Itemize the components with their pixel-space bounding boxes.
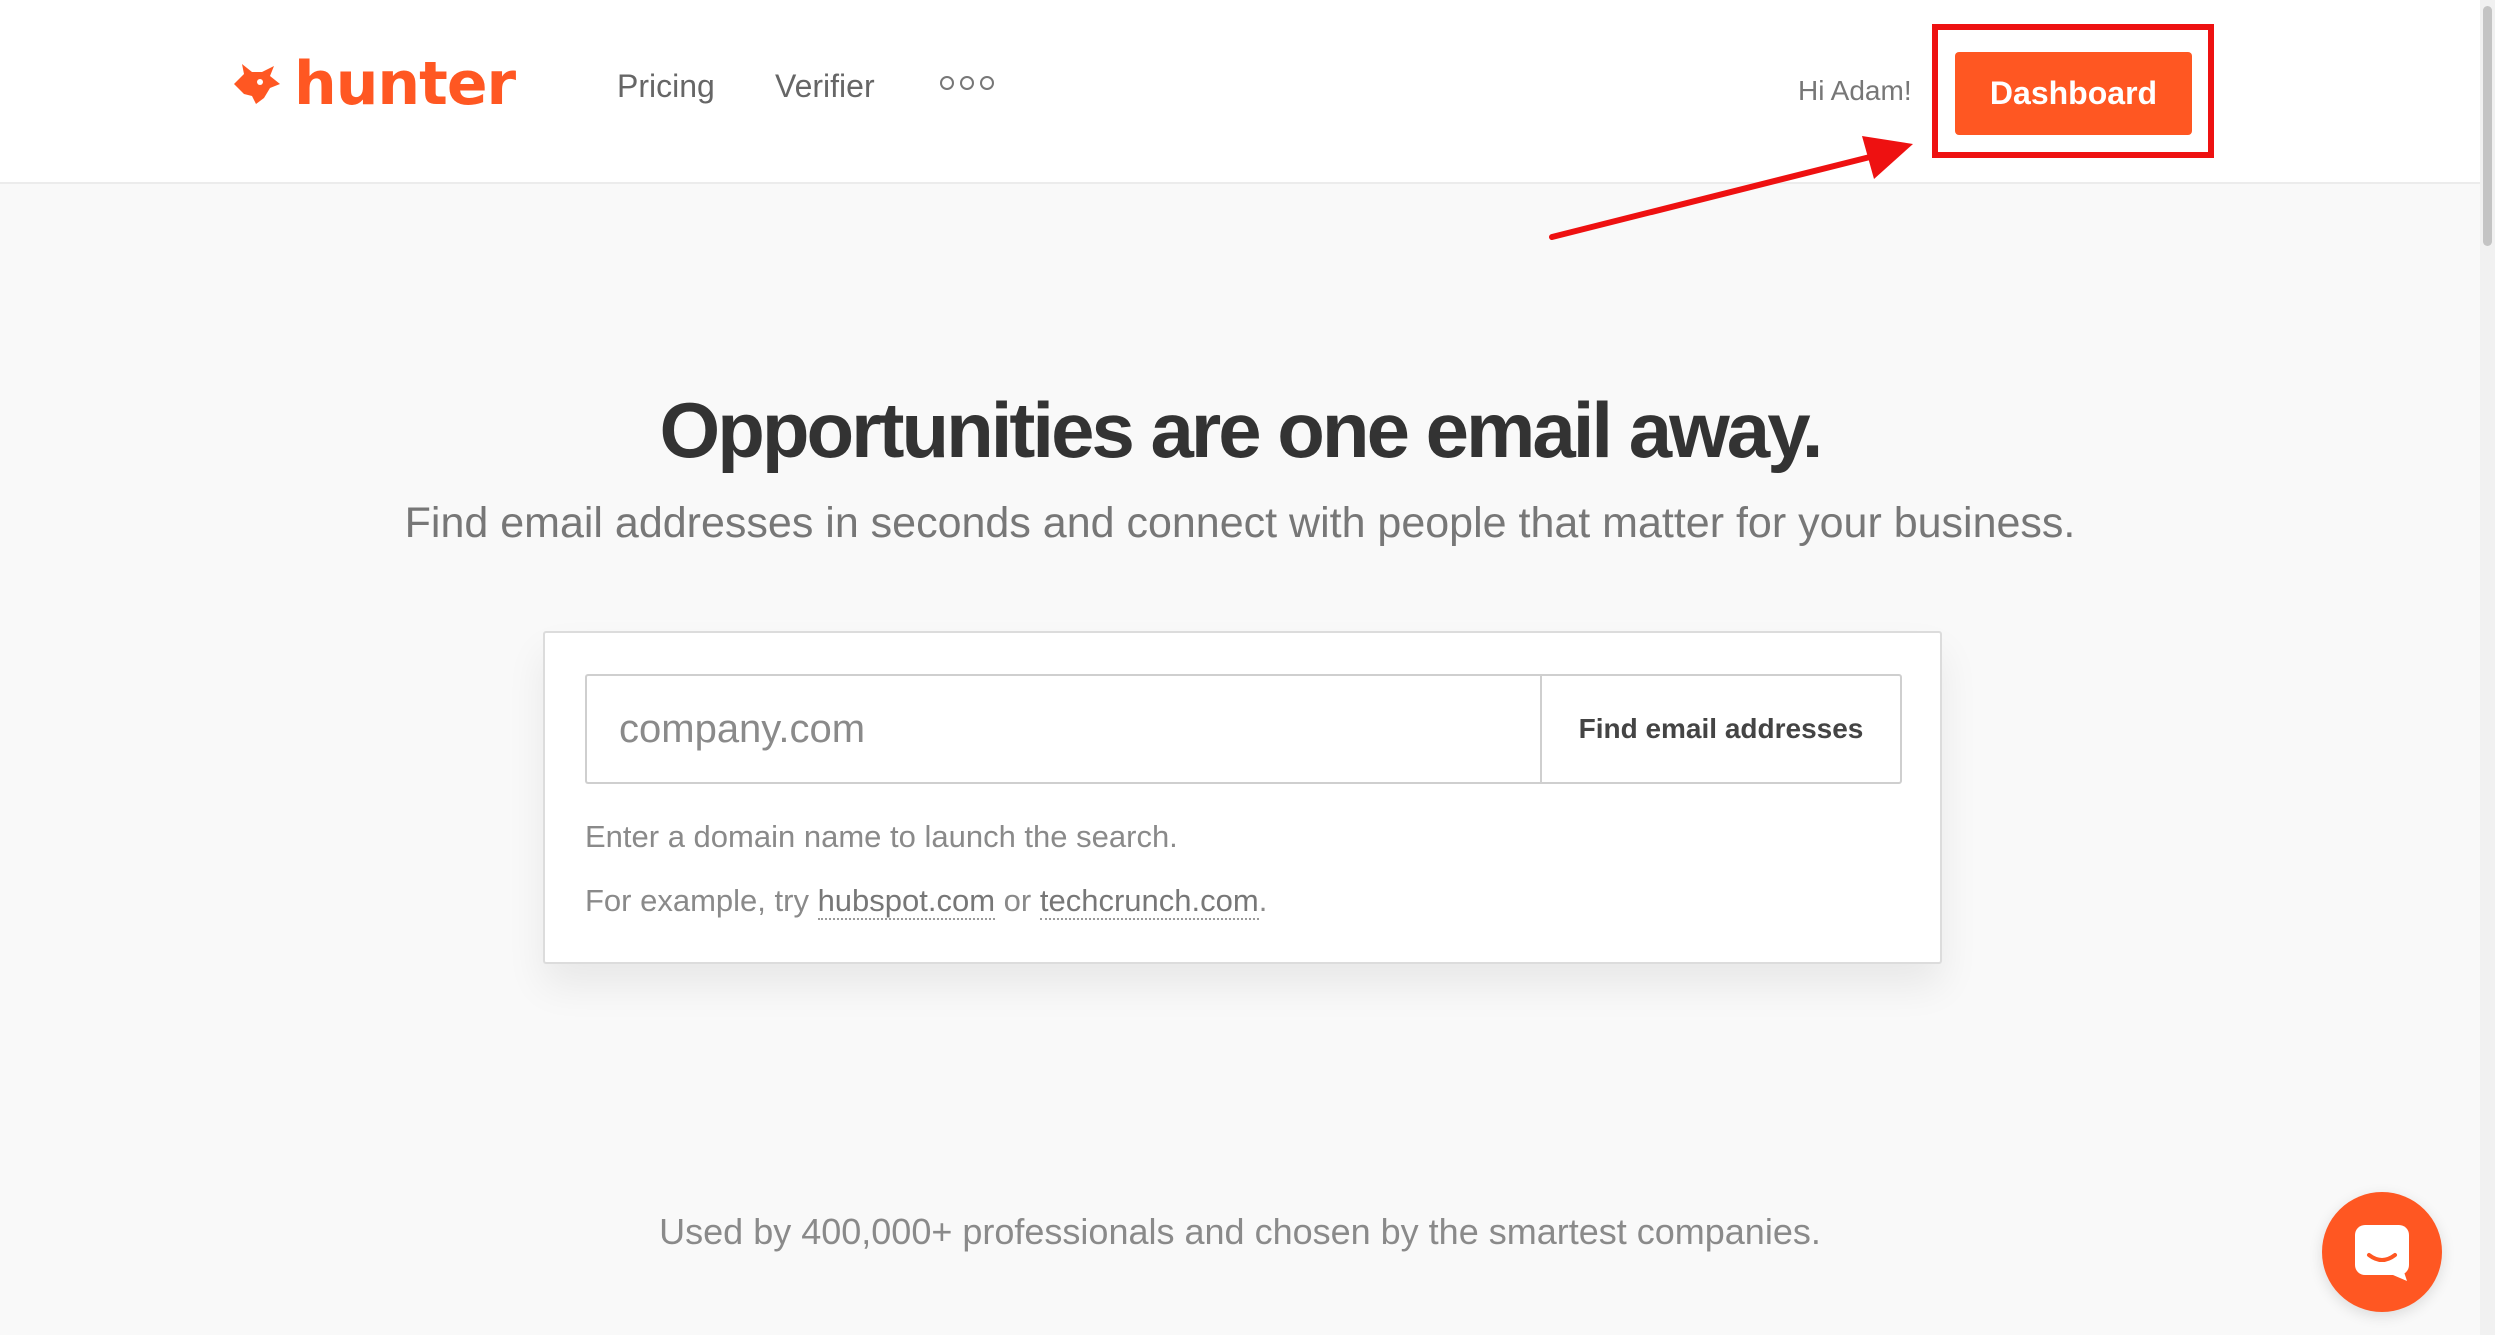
nav-pricing-link[interactable]: Pricing [617,66,715,106]
search-example: For example, try hubspot.com or techcrun… [585,881,1267,921]
brand-name: hunter [294,49,516,119]
hunter-logo[interactable]: hunter [230,48,516,120]
annotation-arrow-icon [1549,136,1913,240]
more-dots-icon[interactable] [940,76,994,90]
example-link-hubspot[interactable]: hubspot.com [817,883,996,920]
annotation-highlight-box [1932,24,2214,158]
example-link-techcrunch[interactable]: techcrunch.com [1039,883,1259,920]
hero-title: Opportunities are one email away. [659,386,1824,474]
example-prefix: For example, try [585,883,818,918]
example-separator: or [995,883,1040,918]
fox-head-icon [234,64,280,104]
hero-subtitle: Find email addresses in seconds and conn… [404,499,2076,547]
chat-bubble-icon [2355,1225,2409,1281]
scrollbar-thumb[interactable] [2483,6,2492,246]
social-proof-text: Used by 400,000+ professionals and chose… [659,1211,1821,1252]
chat-launcher-button[interactable] [2322,1192,2442,1312]
dot [980,76,994,90]
page: hunter Pricing Verifier Hi Adam! Dashboa… [0,0,2495,1335]
search-hint: Enter a domain name to launch the search… [585,819,1178,854]
vertical-scrollbar[interactable] [2480,0,2495,1335]
domain-search-card: Find email addresses Enter a domain name… [543,631,1942,964]
user-greeting: Hi Adam! [1798,75,1912,106]
domain-search-input[interactable] [585,674,1540,784]
dot [940,76,954,90]
example-suffix: . [1258,883,1268,918]
find-email-addresses-button[interactable]: Find email addresses [1540,674,1902,784]
nav-verifier-link[interactable]: Verifier [775,66,875,106]
dot [960,76,974,90]
